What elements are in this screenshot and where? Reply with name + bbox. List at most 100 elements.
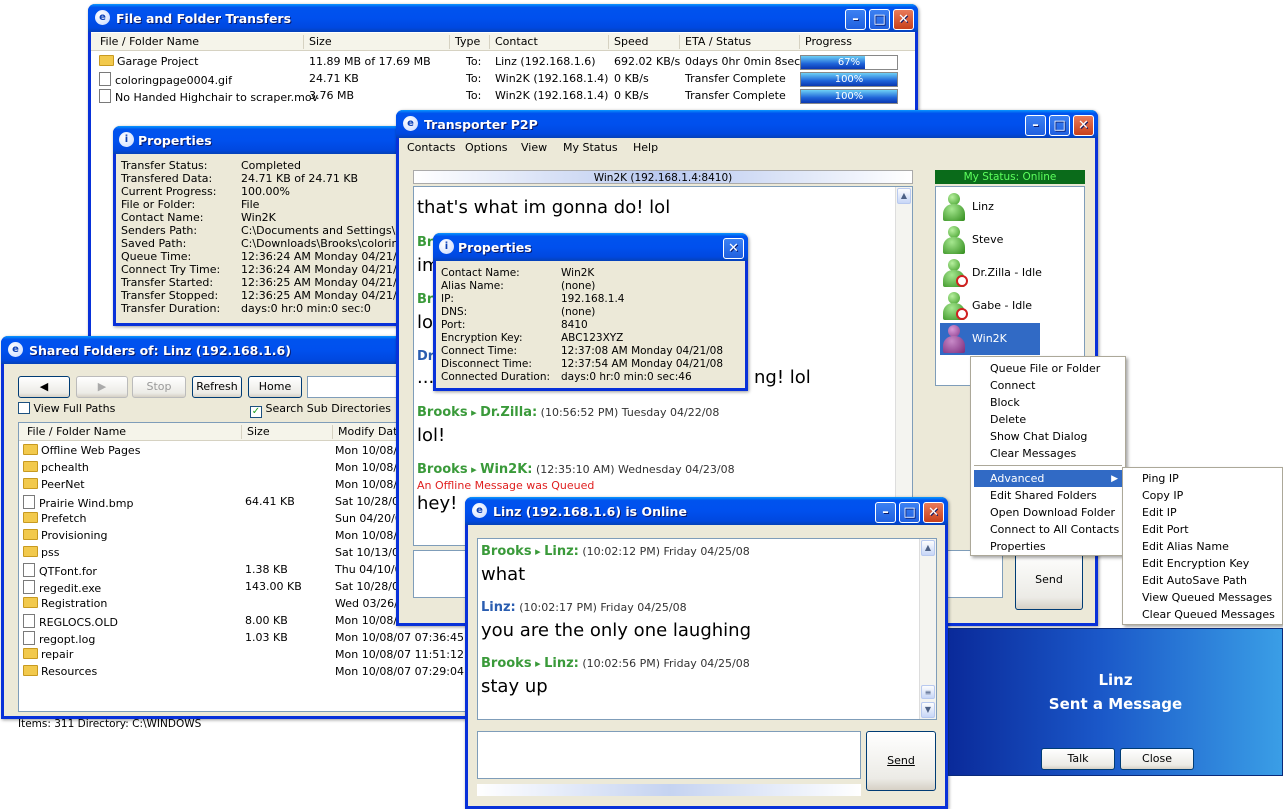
prop-value: C:\Documents and Settings\Broo bbox=[241, 224, 421, 237]
linz-titlebar[interactable]: e Linz (192.168.1.6) is Online – □ ✕ bbox=[465, 497, 948, 525]
transfer-type: To: bbox=[466, 55, 482, 68]
menu-help[interactable]: Help bbox=[633, 141, 658, 154]
talk-button[interactable]: Talk bbox=[1041, 748, 1115, 770]
close-icon[interactable]: ✕ bbox=[923, 502, 944, 523]
menu-options[interactable]: Options bbox=[465, 141, 507, 154]
minimize-icon[interactable]: – bbox=[875, 502, 896, 523]
forward-button[interactable]: ▶ bbox=[76, 376, 128, 398]
back-button[interactable]: ◀ bbox=[18, 376, 70, 398]
ctx-item-show-chat-dialog[interactable]: Show Chat Dialog bbox=[974, 428, 1122, 445]
menu-my-status[interactable]: My Status bbox=[563, 141, 618, 154]
ctx-item-connect[interactable]: Connect bbox=[974, 377, 1122, 394]
ctx-item-queue-file-or-folder[interactable]: Queue File or Folder bbox=[974, 360, 1122, 377]
prop-value: 24.71 KB of 24.71 KB bbox=[241, 172, 359, 185]
transfers-titlebar[interactable]: e File and Folder Transfers – □ ✕ bbox=[88, 4, 918, 32]
arrow-icon: ▸ bbox=[471, 463, 477, 476]
col-modify-date[interactable]: Modify Date bbox=[332, 425, 404, 439]
minimize-icon[interactable]: – bbox=[1025, 115, 1046, 136]
submenu-item-edit-ip[interactable]: Edit IP bbox=[1126, 504, 1279, 521]
transfer-row[interactable]: Garage Project 11.89 MB of 17.69 MB To: Lin… bbox=[91, 54, 915, 71]
file-entry: pchealth bbox=[23, 461, 89, 474]
contact-item[interactable]: Linz bbox=[940, 191, 1080, 223]
props2-titlebar[interactable]: i Properties ✕ bbox=[433, 233, 748, 261]
close-icon[interactable]: ✕ bbox=[893, 9, 914, 30]
app-icon: e bbox=[8, 342, 23, 357]
send-button[interactable]: Send bbox=[1015, 550, 1083, 610]
ctx-item-clear-messages[interactable]: Clear Messages bbox=[974, 445, 1122, 462]
contact-item[interactable]: Steve bbox=[940, 224, 1080, 256]
close-icon[interactable]: ✕ bbox=[723, 238, 744, 259]
ctx-item-advanced[interactable]: Advanced bbox=[974, 470, 1122, 487]
transfer-row[interactable]: No Handed Highchair to scraper.mov 3.76 M… bbox=[91, 88, 915, 105]
p2p-titlebar[interactable]: e Transporter P2P – □ ✕ bbox=[396, 110, 1098, 138]
file-name: pchealth bbox=[41, 461, 89, 474]
file-icon bbox=[23, 495, 35, 509]
scroll-up-icon[interactable]: ▲ bbox=[921, 540, 935, 556]
col-eta[interactable]: ETA / Status bbox=[679, 35, 751, 49]
submenu-item-clear-queued-messages[interactable]: Clear Queued Messages bbox=[1126, 606, 1279, 623]
toast-close-button[interactable]: Close bbox=[1120, 748, 1194, 770]
linz-message-input[interactable] bbox=[477, 731, 861, 779]
list-item[interactable]: regopt.log 1.03 KB Mon 10/08/07 07:36:45 P… bbox=[19, 630, 467, 647]
submenu-item-edit-encryption-key[interactable]: Edit Encryption Key bbox=[1126, 555, 1279, 572]
contact-name: Win2K bbox=[972, 332, 1007, 345]
menu-view[interactable]: View bbox=[521, 141, 547, 154]
contact-item[interactable]: Gabe - Idle bbox=[940, 290, 1080, 322]
maximize-icon[interactable]: □ bbox=[1049, 115, 1070, 136]
ctx-item-properties[interactable]: Properties bbox=[974, 538, 1122, 555]
col-size[interactable]: Size bbox=[241, 425, 270, 439]
transfer-name: coloringpage0004.gif bbox=[99, 72, 232, 87]
home-button[interactable]: Home bbox=[248, 376, 302, 398]
list-item[interactable]: Resources Mon 10/08/07 07:29:04 PM bbox=[19, 664, 467, 681]
stop-button[interactable]: Stop bbox=[132, 376, 186, 398]
prop-label: Senders Path: bbox=[121, 224, 198, 237]
submenu-item-edit-alias-name[interactable]: Edit Alias Name bbox=[1126, 538, 1279, 555]
col-progress[interactable]: Progress bbox=[799, 35, 852, 49]
close-icon[interactable]: ✕ bbox=[1073, 115, 1094, 136]
file-entry: regopt.log bbox=[23, 631, 95, 646]
chat-scrollbar[interactable]: ▲ ≡ ▼ bbox=[919, 539, 936, 719]
ctx-item-open-download-folder[interactable]: Open Download Folder bbox=[974, 504, 1122, 521]
maximize-icon[interactable]: □ bbox=[899, 502, 920, 523]
minimize-icon[interactable]: – bbox=[845, 9, 866, 30]
ctx-item-delete[interactable]: Delete bbox=[974, 411, 1122, 428]
chat-scrollbar[interactable]: ▲ bbox=[895, 187, 912, 545]
col-speed[interactable]: Speed bbox=[608, 35, 648, 49]
linz-send-button[interactable]: Send bbox=[866, 731, 936, 791]
col-contact[interactable]: Contact bbox=[489, 35, 538, 49]
transfer-row[interactable]: coloringpage0004.gif 24.71 KB To: Win2K (19… bbox=[91, 71, 915, 88]
list-item[interactable]: repair Mon 10/08/07 11:51:12 PM bbox=[19, 647, 467, 664]
folder-icon bbox=[23, 546, 38, 557]
submenu-item-ping-ip[interactable]: Ping IP bbox=[1126, 470, 1279, 487]
contact-item[interactable]: Dr.Zilla - Idle bbox=[940, 257, 1080, 289]
col-type[interactable]: Type bbox=[449, 35, 480, 49]
col-name[interactable]: File / Folder Name bbox=[95, 35, 199, 49]
submenu-item-edit-port[interactable]: Edit Port bbox=[1126, 521, 1279, 538]
refresh-button[interactable]: Refresh bbox=[192, 376, 242, 398]
submenu-item-edit-autosave-path[interactable]: Edit AutoSave Path bbox=[1126, 572, 1279, 589]
col-size[interactable]: Size bbox=[303, 35, 332, 49]
props1-body: Transfer Status: Completed Transfered Data… bbox=[116, 156, 421, 323]
col-file-name[interactable]: File / Folder Name bbox=[22, 425, 126, 439]
menu-contacts[interactable]: Contacts bbox=[407, 141, 456, 154]
scroll-thumb[interactable]: ≡ bbox=[921, 685, 935, 699]
idle-clock-icon bbox=[956, 275, 968, 287]
maximize-icon[interactable]: □ bbox=[869, 9, 890, 30]
message-toast[interactable]: Linz Sent a Message Talk Close bbox=[948, 628, 1283, 776]
my-status-bar[interactable]: My Status: Online bbox=[935, 170, 1085, 184]
props1-titlebar[interactable]: i Properties bbox=[113, 126, 413, 154]
view-full-paths-checkbox[interactable]: View Full Paths bbox=[18, 402, 115, 415]
search-sub-checkbox[interactable]: ✓ Search Sub Directories bbox=[250, 402, 391, 418]
file-entry: REGLOCS.OLD bbox=[23, 614, 118, 629]
scroll-down-icon[interactable]: ▼ bbox=[921, 702, 935, 718]
submenu-item-view-queued-messages[interactable]: View Queued Messages bbox=[1126, 589, 1279, 606]
ctx-item-edit-shared-folders[interactable]: Edit Shared Folders bbox=[974, 487, 1122, 504]
contact-item[interactable]: Win2K bbox=[940, 323, 1040, 355]
submenu-item-copy-ip[interactable]: Copy IP bbox=[1126, 487, 1279, 504]
scroll-up-icon[interactable]: ▲ bbox=[897, 188, 911, 204]
file-entry: PeerNet bbox=[23, 478, 85, 491]
chat-message: lol! bbox=[417, 425, 446, 446]
transfer-eta: Transfer Complete bbox=[685, 72, 786, 85]
ctx-item-connect-to-all-contacts[interactable]: Connect to All Contacts bbox=[974, 521, 1122, 538]
ctx-item-block[interactable]: Block bbox=[974, 394, 1122, 411]
